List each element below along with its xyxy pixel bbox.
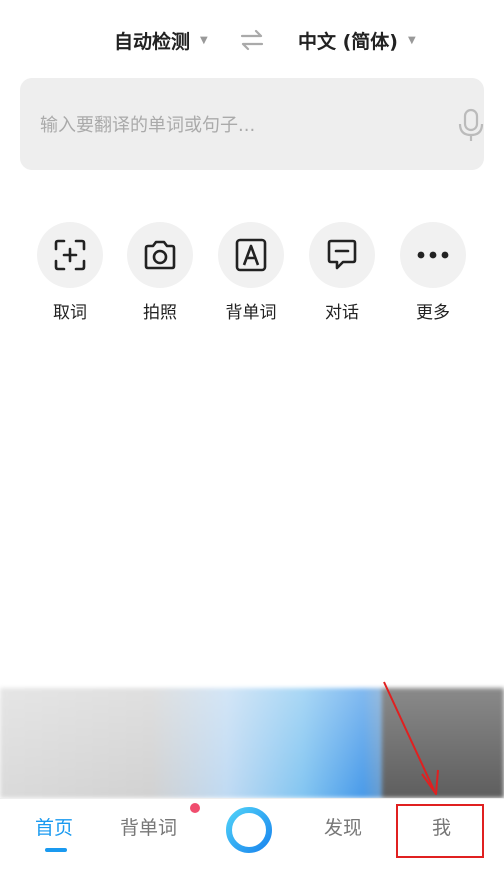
tool-label: 背单词	[225, 303, 277, 323]
letter-a-card-icon	[218, 222, 284, 288]
assistant-ring-icon[interactable]	[224, 805, 274, 855]
microphone-icon[interactable]	[456, 108, 486, 142]
tab-discover[interactable]: 发现	[324, 813, 362, 840]
notification-dot	[190, 803, 200, 813]
tab-label: 首页	[35, 817, 74, 839]
tool-label: 拍照	[143, 303, 177, 323]
more-dots-icon	[400, 222, 466, 288]
tool-label: 更多	[416, 303, 450, 323]
tool-capture-word[interactable]: 取词	[25, 222, 115, 323]
annotation-highlight-box	[396, 804, 484, 858]
tool-label: 取词	[53, 303, 87, 323]
scan-add-icon	[37, 222, 103, 288]
blurred-banner	[0, 688, 504, 798]
caret-down-icon: ▼	[200, 34, 208, 46]
tab-label: 发现	[324, 817, 363, 839]
translate-input[interactable]	[38, 106, 422, 144]
banner-overlay	[0, 688, 382, 798]
tool-conversation[interactable]: 对话	[297, 222, 387, 323]
camera-icon	[127, 222, 193, 288]
source-language-selector[interactable]: 自动检测 ▼	[114, 22, 208, 58]
tool-label: 对话	[325, 303, 359, 323]
translate-input-box[interactable]	[20, 78, 484, 170]
target-language-selector[interactable]: 中文 (简体) ▼	[298, 22, 416, 58]
source-language-label: 自动检测	[114, 30, 191, 53]
active-tab-indicator	[45, 848, 67, 852]
tab-home[interactable]: 首页	[35, 813, 73, 840]
tool-more[interactable]: 更多	[388, 222, 478, 323]
tool-camera[interactable]: 拍照	[115, 222, 205, 323]
tab-label: 背单词	[120, 817, 178, 839]
banner-dark-region	[382, 688, 504, 798]
tab-vocabulary[interactable]: 背单词	[120, 813, 177, 840]
language-bar: 自动检测 ▼ 中文 (简体) ▼	[0, 22, 504, 58]
chat-bubble-icon	[309, 222, 375, 288]
tool-vocabulary[interactable]: 背单词	[206, 222, 296, 323]
tool-shortcuts: 取词 拍照 背单词 对话 更多	[0, 222, 504, 332]
target-language-label: 中文 (简体)	[298, 30, 398, 53]
caret-down-icon: ▼	[407, 34, 416, 46]
swap-arrows-icon[interactable]	[238, 28, 266, 52]
